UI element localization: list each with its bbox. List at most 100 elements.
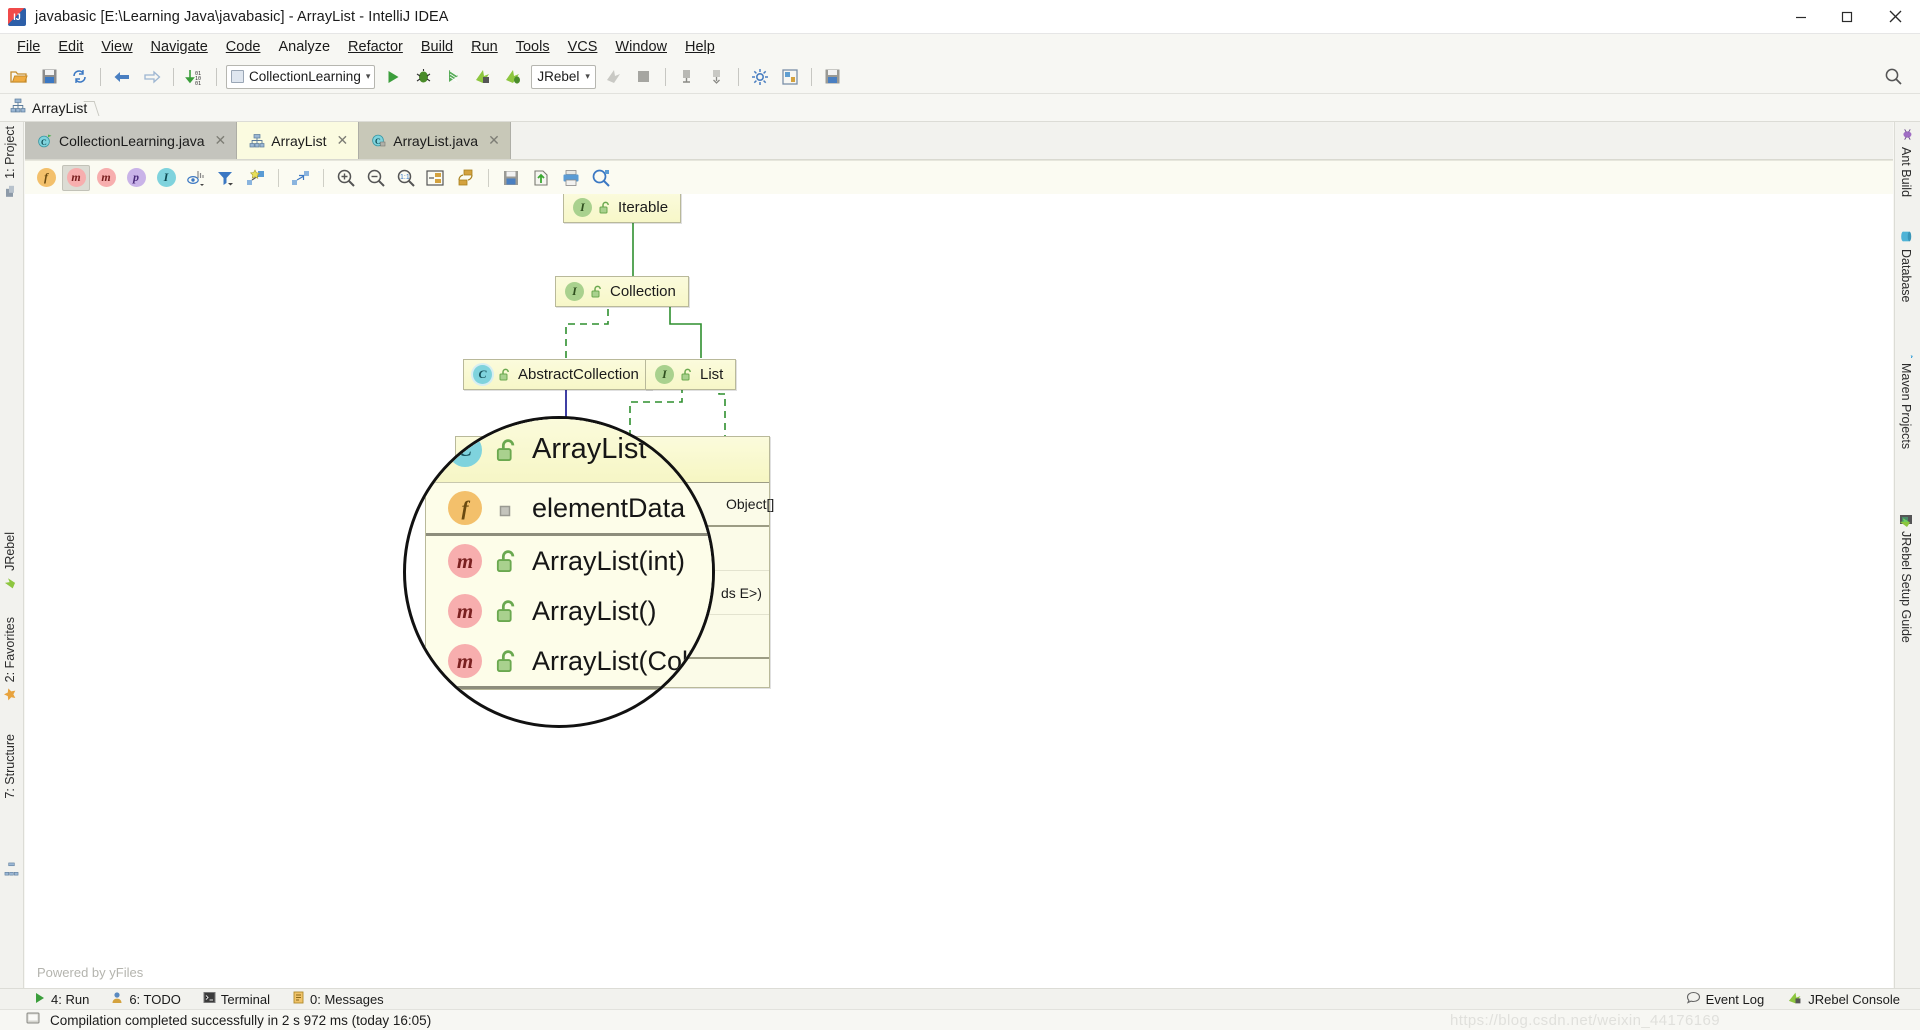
sidebar-item-ant-build[interactable]: Ant Build [1899, 128, 1913, 197]
visibility-level-icon[interactable] [182, 165, 210, 191]
sidebar-item-project[interactable]: 1: Project [3, 126, 17, 198]
uml-node-abstractcollection[interactable]: C AbstractCollection [463, 359, 652, 390]
save-all-disk-icon[interactable] [820, 64, 846, 90]
breadcrumb-item-arraylist[interactable]: ArrayList [10, 98, 99, 117]
menu-help[interactable]: Help [676, 37, 724, 57]
magnified-member-label-arraylist-noarg: ArrayList() [532, 595, 657, 626]
save-diagram-icon[interactable] [497, 165, 525, 191]
unlocked-icon-collection [591, 285, 603, 298]
save-all-icon[interactable] [36, 64, 62, 90]
jrebel-run-icon[interactable] [470, 64, 496, 90]
show-properties-icon[interactable]: p [122, 165, 150, 191]
jrebel-selector[interactable]: JRebel ▾ [531, 64, 596, 89]
find-in-diagram-icon[interactable] [587, 165, 615, 191]
menu-navigate[interactable]: Navigate [142, 37, 217, 57]
debug-icon[interactable] [410, 64, 436, 90]
sidebar-item-jrebel[interactable]: JRebel [3, 532, 17, 590]
bottom-item-event-log[interactable]: Event Log [1686, 991, 1764, 1008]
bottom-item-jrebel-console[interactable]: JRebel Console [1788, 991, 1900, 1008]
show-constructors-icon[interactable]: m [92, 165, 120, 191]
tab-arraylist-diagram[interactable]: ArrayList ✕ [237, 122, 360, 159]
intellij-idea-icon [8, 7, 26, 26]
tab-close-icon-2[interactable]: ✕ [337, 132, 349, 149]
compile-icon[interactable]: 01 10 01 [182, 64, 208, 90]
tab-close-icon[interactable]: ✕ [215, 132, 227, 149]
update-app-icon[interactable] [601, 64, 627, 90]
uml-node-iterable[interactable]: I Iterable [563, 194, 682, 223]
uml-node-collection[interactable]: I Collection [555, 276, 689, 307]
show-methods-icon[interactable]: m [62, 164, 90, 191]
java-class-readonly-icon: C [371, 133, 387, 149]
zoom-out-icon[interactable] [362, 165, 390, 191]
package-private-icon-elementdata [496, 496, 518, 520]
bottom-item-terminal[interactable]: Terminal [203, 991, 270, 1007]
print-diagram-icon[interactable] [557, 165, 585, 191]
menu-refactor[interactable]: Refactor [339, 37, 412, 57]
menu-window[interactable]: Window [606, 37, 676, 57]
menu-view[interactable]: View [92, 37, 141, 57]
minimize-button[interactable] [1778, 0, 1824, 34]
menu-vcs-label: VCS [567, 39, 598, 55]
navigate-forward-icon[interactable] [139, 64, 165, 90]
actual-size-icon[interactable]: 1:1 [392, 165, 420, 191]
synchronize-icon[interactable] [66, 64, 92, 90]
menu-code[interactable]: Code [217, 37, 270, 57]
bottom-tool-window-bar: 4: Run 6: TODO Terminal 0: Messages Even… [0, 988, 1920, 1009]
bottom-item-todo[interactable]: 6: TODO [111, 991, 181, 1007]
menu-refactor-label: Refactor [348, 39, 403, 55]
menu-edit[interactable]: Edit [49, 37, 92, 57]
tab-close-icon-3[interactable]: ✕ [488, 132, 500, 149]
uml-diagram-canvas[interactable]: I Iterable I Collection C AbstractCollec… [25, 194, 1893, 988]
stop-icon[interactable] [631, 64, 657, 90]
sidebar-item-maven[interactable]: m Maven Projects [1899, 344, 1919, 449]
fit-content-icon[interactable] [422, 165, 450, 191]
window-controls [1778, 0, 1920, 34]
unlocked-icon-arraylist-int [496, 549, 518, 573]
diagram-toolbar: f m m p I 1:1 [25, 160, 1893, 194]
magnifier-lens: C ArrayList f elementData m ArrayList(in… [403, 416, 715, 728]
run-configuration-selector[interactable]: CollectionLearning ▾ [226, 64, 376, 89]
menu-tools[interactable]: Tools [507, 37, 559, 57]
filter-icon[interactable] [212, 165, 240, 191]
run-with-coverage-icon[interactable] [440, 64, 466, 90]
method-badge-arraylist-collection: m [448, 644, 482, 678]
sidebar-item-favorites[interactable]: 2: Favorites [3, 617, 17, 701]
menu-vcs[interactable]: VCS [559, 37, 607, 57]
interface-badge-collection: I [565, 282, 584, 301]
jrebel-debug-icon[interactable] [500, 64, 526, 90]
bottom-item-run[interactable]: 4: Run [34, 992, 89, 1007]
profiler-down-icon[interactable] [704, 64, 730, 90]
show-inner-classes-icon[interactable]: I [152, 165, 180, 191]
magnified-arraylist-card: C ArrayList f elementData m ArrayList(in… [425, 419, 712, 690]
open-folder-icon[interactable] [6, 64, 32, 90]
messages-icon [292, 991, 305, 1007]
show-dependencies-icon[interactable] [242, 165, 270, 191]
uml-node-list[interactable]: I List [645, 359, 737, 390]
menu-run[interactable]: Run [462, 37, 507, 57]
layout-icon[interactable] [452, 165, 480, 191]
sidebar-item-database[interactable]: Database [1899, 230, 1913, 303]
zoom-in-icon[interactable] [332, 165, 360, 191]
sidebar-item-jrebel-setup[interactable]: JRebel Setup Guide [1899, 512, 1913, 643]
maximize-button[interactable] [1824, 0, 1870, 34]
status-message: Compilation completed successfully in 2 … [50, 1012, 432, 1028]
sidebar-label-favorites: 2: Favorites [3, 617, 17, 683]
show-fields-icon[interactable]: f [32, 165, 60, 191]
search-everywhere-icon[interactable] [1880, 64, 1906, 90]
menu-build[interactable]: Build [412, 37, 462, 57]
menu-analyze[interactable]: Analyze [269, 37, 339, 57]
attach-profiler-icon[interactable] [674, 64, 700, 90]
navigate-back-icon[interactable] [109, 64, 135, 90]
bottom-item-messages[interactable]: 0: Messages [292, 991, 384, 1007]
close-button[interactable] [1870, 0, 1920, 34]
chevron-down-icon-2: ▾ [585, 71, 590, 81]
tab-collectionlearning-java[interactable]: C CollectionLearning.java ✕ [25, 122, 238, 159]
menu-file[interactable]: File [8, 37, 49, 57]
run-icon[interactable] [380, 64, 406, 90]
sidebar-item-structure[interactable]: 7: Structure [3, 734, 17, 799]
settings-icon[interactable] [747, 64, 773, 90]
export-diagram-icon[interactable] [527, 165, 555, 191]
project-structure-icon[interactable] [777, 64, 803, 90]
expand-nodes-icon[interactable] [287, 165, 315, 191]
tab-arraylist-java[interactable]: C ArrayList.java ✕ [359, 122, 511, 159]
